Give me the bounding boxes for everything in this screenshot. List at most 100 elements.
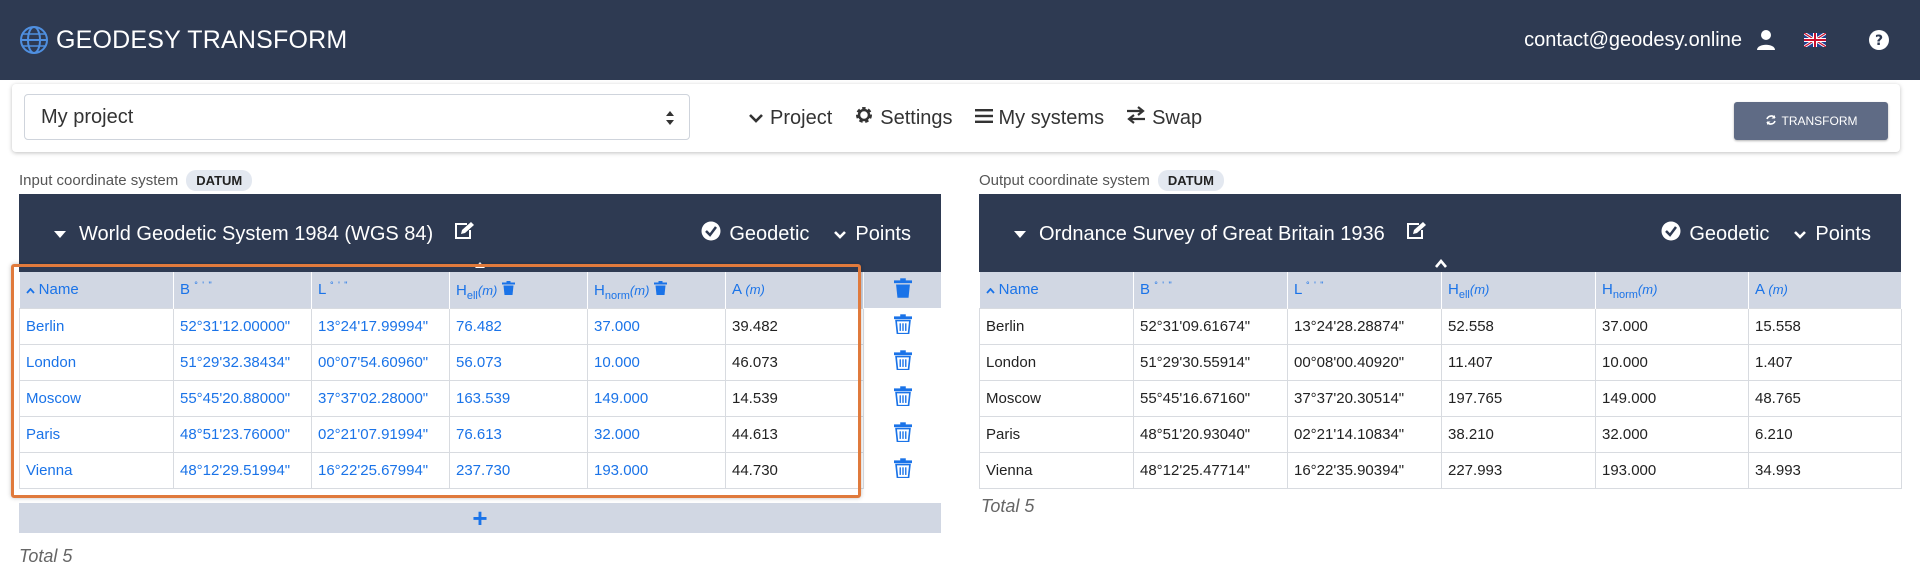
output-geodetic-label: Geodetic (1689, 222, 1770, 245)
input-datum-badge[interactable]: DATUM (186, 169, 253, 191)
output-system-title: Ordnance Survey of Great Britain 1936 (1039, 222, 1385, 245)
refresh-icon (1765, 114, 1777, 129)
chevron-down-icon (1793, 223, 1807, 246)
cell-hell: 11.407 (1441, 343, 1596, 381)
top-navbar: GEODESY TRANSFORM contact@geodesy.online… (0, 0, 1920, 80)
swap-button[interactable]: Swap (1126, 106, 1202, 130)
my-systems-label: My systems (998, 106, 1105, 129)
cell-hnorm: 193.000 (1595, 451, 1749, 489)
input-points-toggle[interactable]: Points (833, 223, 911, 246)
l-header-label: L (1294, 281, 1302, 299)
table-row: Vienna 48°12'25.47714" 16°22'35.90394" 227.… (979, 451, 1902, 489)
input-table-highlight (11, 264, 861, 498)
output-datum-badge[interactable]: DATUM (1157, 169, 1224, 191)
input-geodetic-toggle[interactable]: Geodetic (701, 221, 809, 247)
caret-down-icon (1013, 223, 1027, 246)
project-toolbar: My project Project Settings My systems S… (12, 84, 1900, 152)
edit-icon[interactable] (453, 221, 475, 247)
norm-subscript: norm (1612, 289, 1638, 302)
trash-icon (893, 314, 912, 338)
ell-subscript: ell (1458, 289, 1470, 302)
project-select[interactable]: My project (24, 94, 690, 140)
cell-a: 34.993 (1748, 451, 1902, 489)
cell-name: Paris (979, 415, 1134, 453)
dms-format-label: ° ' " (1154, 280, 1173, 291)
cell-l: 16°22'35.90394" (1287, 451, 1442, 489)
delete-row-button[interactable] (864, 416, 942, 452)
sort-up-icon (985, 281, 995, 298)
table-row: Moscow 55°45'16.67160" 37°37'20.30514" 197.… (979, 379, 1902, 417)
output-caption-text: Output coordinate system (979, 171, 1150, 189)
cell-a: 15.558 (1748, 307, 1902, 345)
trash-icon (893, 350, 912, 374)
cell-name: Moscow (979, 379, 1134, 417)
cell-l: 02°21'14.10834" (1287, 415, 1442, 453)
name-header-label: Name (998, 281, 1039, 299)
uk-flag-icon[interactable] (1804, 33, 1826, 47)
name-column-header[interactable]: Name (979, 272, 1134, 308)
brand[interactable]: GEODESY TRANSFORM (18, 22, 347, 58)
toolbar-menu: Project Settings My systems Swap (748, 96, 1202, 140)
delete-row-button[interactable] (864, 344, 942, 380)
meter-unit: (m) (1469, 282, 1490, 298)
input-system-caption: Input coordinate system DATUM (19, 169, 253, 191)
delete-all-header[interactable] (863, 272, 942, 308)
output-system-title-group[interactable]: Ordnance Survey of Great Britain 1936 (1013, 218, 1427, 250)
output-geodetic-toggle[interactable]: Geodetic (1661, 221, 1769, 247)
trash-icon (893, 422, 912, 446)
cell-name: Berlin (979, 307, 1134, 345)
table-row: Berlin 52°31'09.61674" 13°24'28.28874" 52.5… (979, 307, 1902, 345)
cell-l: 13°24'28.28874" (1287, 307, 1442, 345)
cell-b: 55°45'16.67160" (1133, 379, 1288, 417)
trash-icon (893, 386, 912, 410)
gear-icon (854, 105, 874, 131)
help-icon[interactable]: ? (1868, 29, 1890, 51)
cell-l: 37°37'20.30514" (1287, 379, 1442, 417)
cell-hnorm: 37.000 (1595, 307, 1749, 345)
edit-icon[interactable] (1405, 221, 1427, 247)
swap-arrows-icon (1126, 106, 1146, 130)
output-points-toggle[interactable]: Points (1793, 223, 1871, 246)
hell-column-header[interactable]: Hell(m) (1441, 272, 1596, 308)
trash-icon[interactable] (893, 278, 912, 302)
table-row: Paris 48°51'20.93040" 02°21'14.10834" 38.21… (979, 415, 1902, 453)
globe-icon (18, 24, 50, 56)
input-points-label: Points (855, 222, 911, 245)
transform-button[interactable]: TRANSFORM (1734, 102, 1888, 140)
select-arrows-icon (665, 109, 675, 132)
brand-title: GEODESY TRANSFORM (56, 25, 348, 54)
cell-hell: 197.765 (1441, 379, 1596, 417)
input-system-title: World Geodetic System 1984 (WGS 84) (79, 222, 434, 245)
input-geodetic-label: Geodetic (729, 222, 810, 245)
delete-row-button[interactable] (864, 380, 942, 416)
hnorm-column-header[interactable]: Hnorm(m) (1595, 272, 1749, 308)
delete-row-button[interactable] (864, 452, 942, 488)
my-systems-button[interactable]: My systems (974, 106, 1105, 130)
cell-hell: 227.993 (1441, 451, 1596, 489)
b-column-header[interactable]: B ° ' " (1133, 272, 1288, 308)
output-total: Total 5 (981, 496, 1035, 516)
transform-label: TRANSFORM (1781, 114, 1858, 128)
navbar-right: contact@geodesy.online ? (1524, 22, 1890, 58)
cell-name: Vienna (979, 451, 1134, 489)
a-column-header[interactable]: A (m) (1748, 272, 1902, 308)
user-icon[interactable] (1756, 29, 1776, 51)
cell-a: 1.407 (1748, 343, 1902, 381)
delete-row-button[interactable] (864, 308, 942, 344)
cell-a: 48.765 (1748, 379, 1902, 417)
meter-unit: (m) (1768, 282, 1788, 298)
l-column-header[interactable]: L ° ' " (1287, 272, 1442, 308)
trash-icon (893, 458, 912, 482)
input-system-title-group[interactable]: World Geodetic System 1984 (WGS 84) (53, 218, 475, 250)
output-points-label: Points (1815, 222, 1871, 245)
settings-button[interactable]: Settings (854, 105, 953, 131)
settings-label: Settings (880, 106, 953, 129)
project-menu-button[interactable]: Project (748, 107, 832, 130)
input-caption-text: Input coordinate system (19, 171, 179, 189)
a-header-label: A (1755, 281, 1765, 299)
cell-hnorm: 10.000 (1595, 343, 1749, 381)
cell-hell: 38.210 (1441, 415, 1596, 453)
contact-email-link[interactable]: contact@geodesy.online (1524, 29, 1742, 52)
add-point-button[interactable]: + (19, 503, 941, 533)
cell-l: 00°08'00.40920" (1287, 343, 1442, 381)
